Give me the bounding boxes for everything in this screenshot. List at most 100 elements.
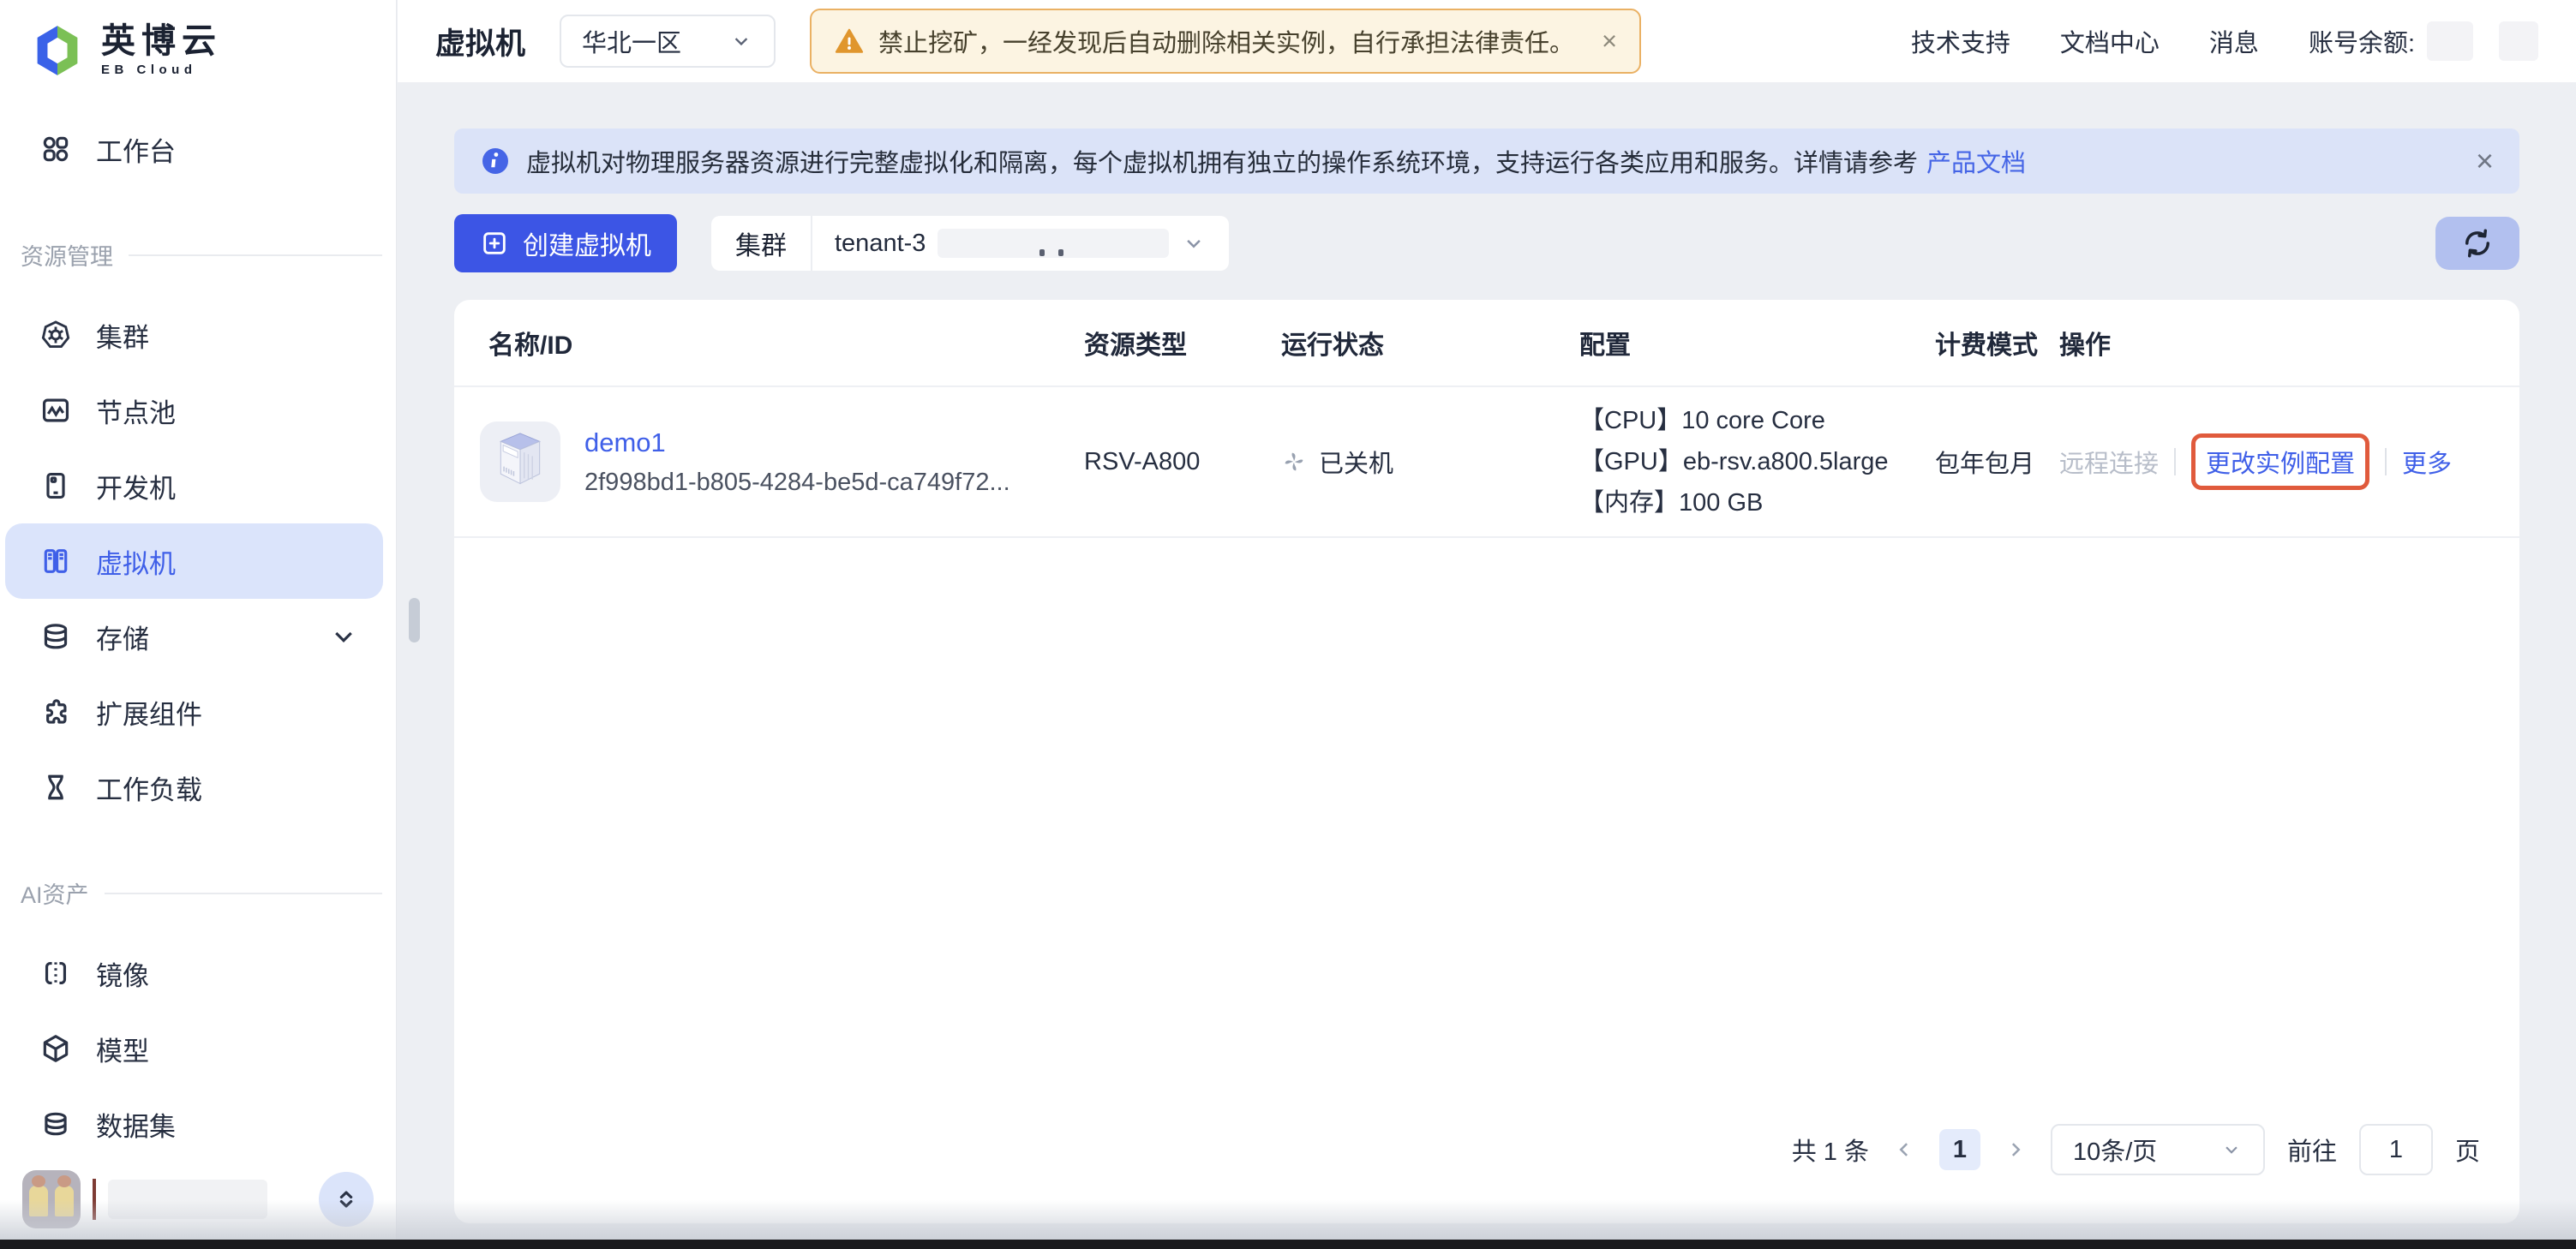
sidebar-item-label: 节点池	[96, 391, 176, 430]
link-messages[interactable]: 消息	[2209, 23, 2259, 59]
sidebar-item-datasets[interactable]: 数据集	[0, 1086, 396, 1162]
sidebar-item-label: 集群	[96, 316, 149, 355]
chevron-down-icon	[2220, 1138, 2243, 1161]
modify-config-link[interactable]: 更改实例配置	[2206, 451, 2355, 478]
fan-status-icon	[1281, 449, 1307, 475]
config-cpu: 【CPU】10 core Core	[1579, 400, 1935, 441]
vm-name-link[interactable]: demo1	[584, 427, 1010, 458]
more-actions-link[interactable]: 更多	[2402, 444, 2452, 480]
section-label: 资源管理	[21, 238, 113, 272]
sidebar-item-label: 工作负载	[96, 768, 202, 807]
refresh-button[interactable]	[2435, 217, 2519, 270]
chevron-down-icon	[1181, 230, 1207, 256]
sidebar-item-workbench[interactable]: 工作台	[0, 111, 396, 187]
warning-triangle-icon	[834, 26, 865, 57]
cell-name-id: demo1 2f998bd1-b805-4284-be5d-ca749f72..…	[454, 421, 1084, 502]
mirror-icon	[39, 957, 72, 989]
cluster-select-value: tenant-3	[835, 230, 926, 258]
sidebar-item-label: 模型	[96, 1030, 149, 1068]
action-divider	[2174, 448, 2176, 475]
col-header-status: 运行状态	[1281, 324, 1579, 362]
create-vm-button[interactable]: 创建虚拟机	[454, 214, 677, 272]
topbar-links: 技术支持 文档中心 消息 账号余额:	[1911, 21, 2538, 61]
brand-subtitle: EB Cloud	[101, 63, 222, 77]
goto-page-input[interactable]	[2359, 1124, 2433, 1175]
topbar: 虚拟机 华北一区 禁止挖矿，一经发现后自动删除相关实例，自行承担法律责任。 × …	[398, 0, 2576, 82]
sidebar-scrollbar-thumb[interactable]	[409, 598, 420, 642]
sidebar-item-cluster[interactable]: 集群	[0, 297, 396, 373]
toolbar: 创建虚拟机 集群 tenant-3	[454, 214, 2519, 272]
redacted-balance-value	[2427, 21, 2473, 61]
vm-table-panel: 名称/ID 资源类型 运行状态 配置 计费模式 操作	[454, 300, 2519, 1223]
cluster-label: 集群	[711, 216, 812, 271]
brand-name: 英博云	[101, 24, 222, 58]
database-icon	[39, 620, 72, 653]
kubernetes-wheel-icon	[39, 319, 72, 351]
refresh-icon	[2459, 225, 2495, 261]
warning-text: 禁止挖矿，一经发现后自动删除相关实例，自行承担法律责任。	[878, 23, 1574, 59]
goto-unit: 页	[2455, 1132, 2480, 1168]
cluster-select[interactable]: tenant-3	[812, 216, 1229, 271]
sidebar: 英博云 EB Cloud 工作台 资源管理 集群 节点池	[0, 0, 397, 1249]
remote-connect-link[interactable]: 远程连接	[2059, 444, 2159, 480]
main-content: 虚拟机对物理服务器资源进行完整虚拟化和隔离，每个虚拟机拥有独立的操作系统环境，支…	[398, 82, 2576, 1249]
info-icon	[480, 146, 511, 176]
chevron-up-down-icon	[332, 1185, 361, 1214]
sidebar-section-ai: AI资产	[0, 876, 396, 910]
tower-mini-icon	[39, 469, 72, 502]
region-select-value: 华北一区	[582, 23, 681, 59]
page-size-select[interactable]: 10条/页	[2051, 1124, 2265, 1175]
current-page-button[interactable]: 1	[1939, 1129, 1980, 1170]
info-text: 虚拟机对物理服务器资源进行完整虚拟化和隔离，每个虚拟机拥有独立的操作系统环境，支…	[526, 143, 1918, 179]
redacted-balance-unit	[2499, 21, 2538, 61]
redacted-cursor	[93, 1179, 96, 1220]
goto-label: 前往	[2287, 1132, 2337, 1168]
info-banner: 虚拟机对物理服务器资源进行完整虚拟化和隔离，每个虚拟机拥有独立的操作系统环境，支…	[454, 128, 2519, 194]
account-balance: 账号余额:	[2309, 21, 2538, 61]
puzzle-icon	[39, 696, 72, 728]
region-select[interactable]: 华北一区	[560, 15, 776, 68]
link-tech-support[interactable]: 技术支持	[1911, 23, 2010, 59]
create-vm-label: 创建虚拟机	[523, 224, 651, 262]
hourglass-icon	[39, 771, 72, 804]
sidebar-item-extensions[interactable]: 扩展组件	[0, 674, 396, 750]
sidebar-item-images[interactable]: 镜像	[0, 935, 396, 1011]
annotation-highlight-box: 更改实例配置	[2191, 433, 2369, 490]
cell-config: 【CPU】10 core Core 【GPU】eb-rsv.a800.5larg…	[1579, 400, 1935, 523]
user-switcher-button[interactable]	[319, 1172, 374, 1227]
brand-logo[interactable]: 英博云 EB Cloud	[0, 0, 396, 79]
chevron-down-icon	[327, 620, 360, 653]
sidebar-item-node-pool[interactable]: 节点池	[0, 373, 396, 448]
chevron-left-icon	[1891, 1137, 1917, 1162]
cell-actions: 远程连接 更改实例配置 更多	[2059, 433, 2519, 490]
table-row: demo1 2f998bd1-b805-4284-be5d-ca749f72..…	[454, 387, 2519, 538]
config-gpu: 【GPU】eb-rsv.a800.5large	[1579, 441, 1935, 482]
redacted-username	[108, 1180, 267, 1219]
info-close-icon[interactable]: ×	[2476, 143, 2494, 179]
brand-logo-icon	[29, 22, 86, 79]
sidebar-item-workloads[interactable]: 工作负载	[0, 750, 396, 825]
server-racks-icon	[39, 545, 72, 577]
sidebar-item-vm[interactable]: 虚拟机	[5, 523, 383, 599]
cell-billing: 包年包月	[1935, 444, 2059, 480]
col-header-name-id: 名称/ID	[454, 324, 1084, 362]
page-title: 虚拟机	[435, 20, 525, 63]
col-header-actions: 操作	[2059, 324, 2519, 362]
col-header-type: 资源类型	[1084, 324, 1281, 362]
user-account-row[interactable]	[22, 1170, 374, 1228]
server-tower-illustration	[495, 432, 545, 492]
section-divider	[105, 893, 382, 894]
cube-icon	[39, 1032, 72, 1065]
sidebar-item-models[interactable]: 模型	[0, 1011, 396, 1086]
link-doc-center[interactable]: 文档中心	[2060, 23, 2160, 59]
config-memory: 【内存】100 GB	[1579, 482, 1935, 523]
next-page-button[interactable]	[2003, 1137, 2028, 1162]
sidebar-section-resources: 资源管理	[0, 238, 396, 272]
prev-page-button[interactable]	[1891, 1137, 1917, 1162]
warning-close-icon[interactable]: ×	[1602, 26, 1617, 57]
sidebar-item-storage[interactable]: 存储	[0, 599, 396, 674]
app-grid-icon	[39, 133, 72, 165]
product-doc-link[interactable]: 产品文档	[1926, 143, 2026, 179]
sidebar-item-dev-machine[interactable]: 开发机	[0, 448, 396, 523]
vm-thumbnail	[480, 421, 560, 502]
